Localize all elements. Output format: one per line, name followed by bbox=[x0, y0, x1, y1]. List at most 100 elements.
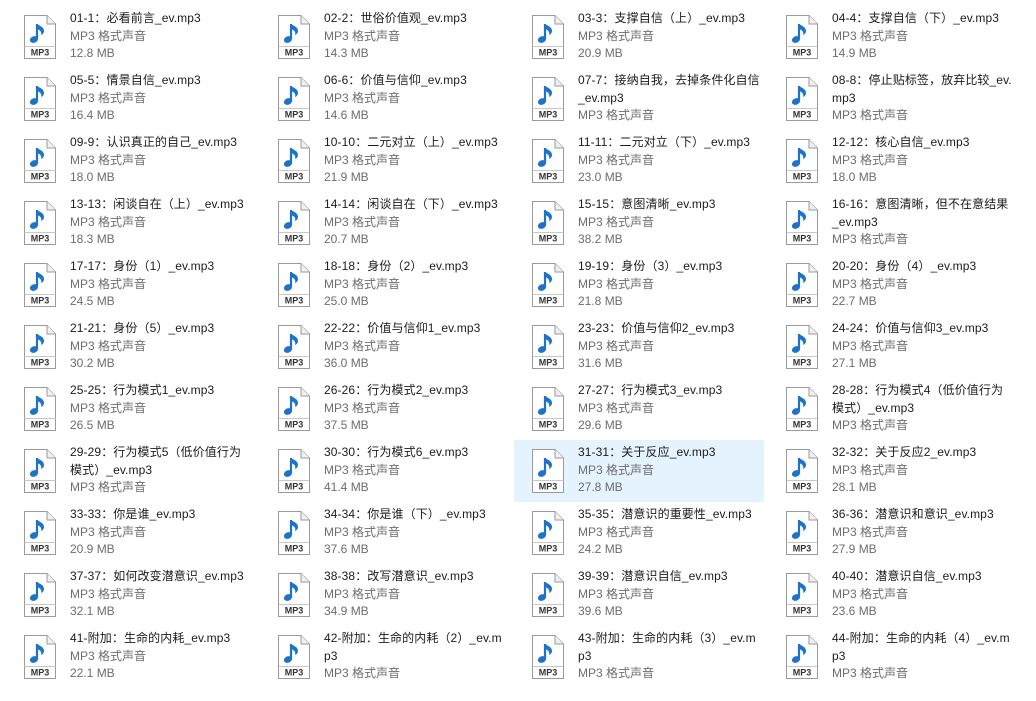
file-item-3[interactable]: MP3 03-3：支撑自信（上）_ev.mp3 MP3 格式声音 20.9 MB bbox=[514, 6, 764, 68]
file-item-24[interactable]: MP3 24-24：价值与信仰3_ev.mp3 MP3 格式声音 27.1 MB bbox=[768, 316, 1018, 378]
file-item-44[interactable]: MP3 44-附加：生命的内耗（4）_ev.mp3 MP3 格式声音 bbox=[768, 626, 1018, 688]
file-item-32[interactable]: MP3 32-32：关于反应2_ev.mp3 MP3 格式声音 28.1 MB bbox=[768, 440, 1018, 502]
file-text: 17-17：身份（1）_ev.mp3 MP3 格式声音 24.5 MB bbox=[70, 258, 253, 311]
file-text: 27-27：行为模式3_ev.mp3 MP3 格式声音 29.6 MB bbox=[578, 382, 761, 435]
file-item-12[interactable]: MP3 12-12：核心自信_ev.mp3 MP3 格式声音 18.0 MB bbox=[768, 130, 1018, 192]
mp3-file-icon: MP3 bbox=[24, 201, 56, 245]
file-item-13[interactable]: MP3 13-13：闲谈自在（上）_ev.mp3 MP3 格式声音 18.3 M… bbox=[6, 192, 256, 254]
file-item-31[interactable]: MP3 31-31：关于反应_ev.mp3 MP3 格式声音 27.8 MB bbox=[514, 440, 764, 502]
file-type: MP3 格式声音 bbox=[578, 338, 655, 353]
file-size: 28.1 MB bbox=[832, 480, 877, 494]
file-item-20[interactable]: MP3 20-20：身份（4）_ev.mp3 MP3 格式声音 22.7 MB bbox=[768, 254, 1018, 316]
file-item-15[interactable]: MP3 15-15：意图清晰_ev.mp3 MP3 格式声音 38.2 MB bbox=[514, 192, 764, 254]
file-item-34[interactable]: MP3 34-34：你是谁（下）_ev.mp3 MP3 格式声音 37.6 MB bbox=[260, 502, 510, 564]
file-item-10[interactable]: MP3 10-10：二元对立（上）_ev.mp3 MP3 格式声音 21.9 M… bbox=[260, 130, 510, 192]
mp3-file-icon: MP3 bbox=[24, 635, 56, 679]
file-item-1[interactable]: MP3 01-1：必看前言_ev.mp3 MP3 格式声音 12.8 MB bbox=[6, 6, 256, 68]
file-item-21[interactable]: MP3 21-21：身份（5）_ev.mp3 MP3 格式声音 30.2 MB bbox=[6, 316, 256, 378]
file-type: MP3 格式声音 bbox=[578, 524, 655, 539]
file-item-30[interactable]: MP3 30-30：行为模式6_ev.mp3 MP3 格式声音 41.4 MB bbox=[260, 440, 510, 502]
file-type: MP3 格式声音 bbox=[578, 108, 655, 122]
file-size: 20.9 MB bbox=[70, 542, 115, 556]
mp3-badge-label: MP3 bbox=[539, 296, 558, 306]
file-item-26[interactable]: MP3 26-26：行为模式2_ev.mp3 MP3 格式声音 37.5 MB bbox=[260, 378, 510, 440]
mp3-file-icon: MP3 bbox=[24, 139, 56, 183]
file-item-18[interactable]: MP3 18-18：身份（2）_ev.mp3 MP3 格式声音 25.0 MB bbox=[260, 254, 510, 316]
file-item-25[interactable]: MP3 25-25：行为模式1_ev.mp3 MP3 格式声音 26.5 MB bbox=[6, 378, 256, 440]
file-name: 11-11：二元对立（下）_ev.mp3 bbox=[578, 135, 751, 149]
file-size: 39.6 MB bbox=[578, 604, 623, 618]
file-item-36[interactable]: MP3 36-36：潜意识和意识_ev.mp3 MP3 格式声音 27.9 MB bbox=[768, 502, 1018, 564]
file-text: 12-12：核心自信_ev.mp3 MP3 格式声音 18.0 MB bbox=[832, 134, 1015, 187]
file-item-28[interactable]: MP3 28-28：行为模式4（低价值行为模式）_ev.mp3 MP3 格式声音 bbox=[768, 378, 1018, 440]
file-item-19[interactable]: MP3 19-19：身份（3）_ev.mp3 MP3 格式声音 21.8 MB bbox=[514, 254, 764, 316]
mp3-badge-label: MP3 bbox=[539, 544, 558, 554]
mp3-badge-label: MP3 bbox=[793, 48, 812, 58]
file-type: MP3 格式声音 bbox=[324, 524, 401, 539]
file-size: 32.1 MB bbox=[70, 604, 115, 618]
file-name: 34-34：你是谁（下）_ev.mp3 bbox=[324, 507, 486, 521]
file-type: MP3 格式声音 bbox=[70, 90, 147, 105]
file-name: 03-3：支撑自信（上）_ev.mp3 bbox=[578, 11, 746, 25]
file-name: 07-7：接纳自我，去掉条件化自信_ev.mp3 bbox=[578, 73, 760, 105]
file-name: 02-2：世俗价值观_ev.mp3 bbox=[324, 11, 467, 25]
file-name: 36-36：潜意识和意识_ev.mp3 bbox=[832, 507, 994, 521]
file-item-35[interactable]: MP3 35-35：潜意识的重要性_ev.mp3 MP3 格式声音 24.2 M… bbox=[514, 502, 764, 564]
file-text: 40-40：潜意识自信_ev.mp3 MP3 格式声音 23.6 MB bbox=[832, 568, 1015, 621]
file-size: 18.0 MB bbox=[70, 170, 115, 184]
file-text: 13-13：闲谈自在（上）_ev.mp3 MP3 格式声音 18.3 MB bbox=[70, 196, 253, 249]
file-name: 12-12：核心自信_ev.mp3 bbox=[832, 135, 970, 149]
file-item-2[interactable]: MP3 02-2：世俗价值观_ev.mp3 MP3 格式声音 14.3 MB bbox=[260, 6, 510, 68]
file-size: 22.1 MB bbox=[70, 666, 115, 680]
file-item-33[interactable]: MP3 33-33：你是谁_ev.mp3 MP3 格式声音 20.9 MB bbox=[6, 502, 256, 564]
file-name: 41-附加：生命的内耗_ev.mp3 bbox=[70, 631, 231, 645]
file-item-22[interactable]: MP3 22-22：价值与信仰1_ev.mp3 MP3 格式声音 36.0 MB bbox=[260, 316, 510, 378]
file-type: MP3 格式声音 bbox=[578, 462, 655, 477]
file-name: 33-33：你是谁_ev.mp3 bbox=[70, 507, 196, 521]
file-item-16[interactable]: MP3 16-16：意图清晰，但不在意结果_ev.mp3 MP3 格式声音 bbox=[768, 192, 1018, 254]
mp3-file-icon: MP3 bbox=[786, 325, 818, 369]
file-text: 36-36：潜意识和意识_ev.mp3 MP3 格式声音 27.9 MB bbox=[832, 506, 1015, 559]
file-text: 32-32：关于反应2_ev.mp3 MP3 格式声音 28.1 MB bbox=[832, 444, 1015, 497]
file-item-8[interactable]: MP3 08-8：停止贴标签，放弃比较_ev.mp3 MP3 格式声音 bbox=[768, 68, 1018, 130]
file-item-7[interactable]: MP3 07-7：接纳自我，去掉条件化自信_ev.mp3 MP3 格式声音 bbox=[514, 68, 764, 130]
file-item-6[interactable]: MP3 06-6：价值与信仰_ev.mp3 MP3 格式声音 14.6 MB bbox=[260, 68, 510, 130]
mp3-badge-label: MP3 bbox=[285, 606, 304, 616]
file-item-37[interactable]: MP3 37-37：如何改变潜意识_ev.mp3 MP3 格式声音 32.1 M… bbox=[6, 564, 256, 626]
file-item-11[interactable]: MP3 11-11：二元对立（下）_ev.mp3 MP3 格式声音 23.0 M… bbox=[514, 130, 764, 192]
file-grid: MP3 01-1：必看前言_ev.mp3 MP3 格式声音 12.8 MB MP… bbox=[4, 6, 1020, 688]
file-item-43[interactable]: MP3 43-附加：生命的内耗（3）_ev.mp3 MP3 格式声音 bbox=[514, 626, 764, 688]
file-text: 10-10：二元对立（上）_ev.mp3 MP3 格式声音 21.9 MB bbox=[324, 134, 507, 187]
file-item-39[interactable]: MP3 39-39：潜意识自信_ev.mp3 MP3 格式声音 39.6 MB bbox=[514, 564, 764, 626]
mp3-badge-label: MP3 bbox=[539, 606, 558, 616]
file-item-27[interactable]: MP3 27-27：行为模式3_ev.mp3 MP3 格式声音 29.6 MB bbox=[514, 378, 764, 440]
file-item-42[interactable]: MP3 42-附加：生命的内耗（2）_ev.mp3 MP3 格式声音 bbox=[260, 626, 510, 688]
file-item-23[interactable]: MP3 23-23：价值与信仰2_ev.mp3 MP3 格式声音 31.6 MB bbox=[514, 316, 764, 378]
file-type: MP3 格式声音 bbox=[578, 666, 655, 680]
file-name: 04-4：支撑自信（下）_ev.mp3 bbox=[832, 11, 1000, 25]
mp3-badge-label: MP3 bbox=[285, 668, 304, 678]
file-item-38[interactable]: MP3 38-38：改写潜意识_ev.mp3 MP3 格式声音 34.9 MB bbox=[260, 564, 510, 626]
file-item-40[interactable]: MP3 40-40：潜意识自信_ev.mp3 MP3 格式声音 23.6 MB bbox=[768, 564, 1018, 626]
file-type: MP3 格式声音 bbox=[832, 28, 909, 43]
file-text: 38-38：改写潜意识_ev.mp3 MP3 格式声音 34.9 MB bbox=[324, 568, 507, 621]
file-type: MP3 格式声音 bbox=[832, 524, 909, 539]
file-type: MP3 格式声音 bbox=[70, 28, 147, 43]
mp3-badge-label: MP3 bbox=[31, 48, 50, 58]
mp3-badge-label: MP3 bbox=[793, 668, 812, 678]
mp3-file-icon: MP3 bbox=[278, 15, 310, 59]
file-item-29[interactable]: MP3 29-29：行为模式5（低价值行为模式）_ev.mp3 MP3 格式声音 bbox=[6, 440, 256, 502]
file-type: MP3 格式声音 bbox=[70, 524, 147, 539]
mp3-file-icon: MP3 bbox=[786, 511, 818, 555]
file-size: 23.0 MB bbox=[578, 170, 623, 184]
file-item-4[interactable]: MP3 04-4：支撑自信（下）_ev.mp3 MP3 格式声音 14.9 MB bbox=[768, 6, 1018, 68]
mp3-badge-label: MP3 bbox=[793, 544, 812, 554]
file-text: 16-16：意图清晰，但不在意结果_ev.mp3 MP3 格式声音 bbox=[832, 196, 1015, 249]
file-item-41[interactable]: MP3 41-附加：生命的内耗_ev.mp3 MP3 格式声音 22.1 MB bbox=[6, 626, 256, 688]
file-item-5[interactable]: MP3 05-5：情景自信_ev.mp3 MP3 格式声音 16.4 MB bbox=[6, 68, 256, 130]
file-item-14[interactable]: MP3 14-14：闲谈自在（下）_ev.mp3 MP3 格式声音 20.7 M… bbox=[260, 192, 510, 254]
file-item-9[interactable]: MP3 09-9：认识真正的自己_ev.mp3 MP3 格式声音 18.0 MB bbox=[6, 130, 256, 192]
mp3-file-icon: MP3 bbox=[278, 139, 310, 183]
file-item-17[interactable]: MP3 17-17：身份（1）_ev.mp3 MP3 格式声音 24.5 MB bbox=[6, 254, 256, 316]
file-size: 27.9 MB bbox=[832, 542, 877, 556]
